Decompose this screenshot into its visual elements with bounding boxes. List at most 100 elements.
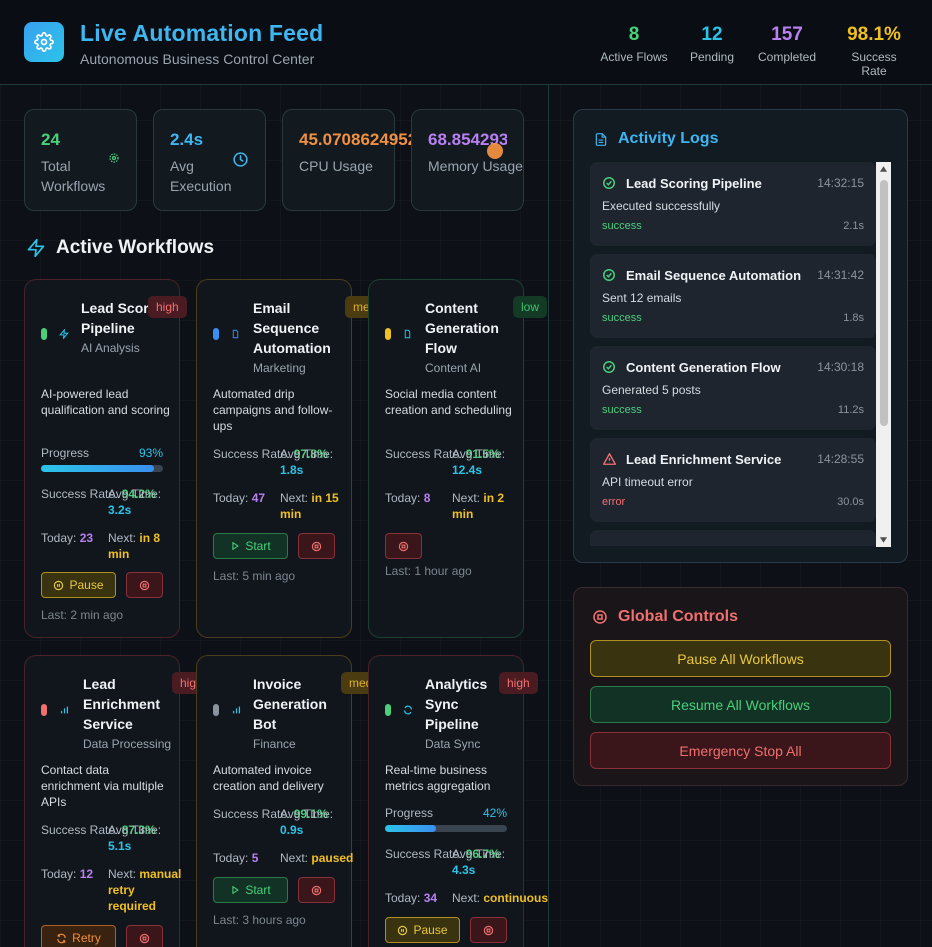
- pause-icon: [398, 925, 408, 935]
- workflow-description: Real-time business metrics aggregation: [385, 763, 491, 793]
- start-button[interactable]: Start: [213, 877, 288, 903]
- metric-value: 45.070862495286654%: [299, 130, 480, 149]
- last-run: Last: 5 min ago: [213, 569, 296, 583]
- gear-icon: [109, 153, 119, 163]
- zap-icon: [27, 238, 45, 258]
- metric-label: Avg Execution: [170, 158, 232, 194]
- scrollbar-thumb[interactable]: [880, 180, 888, 426]
- stat-label: Completed: [757, 50, 817, 64]
- priority-badge: high: [148, 296, 187, 318]
- workflow-name: Email Sequence Automation Marketing: [253, 298, 343, 376]
- workflow-card-analytics-sync[interactable]: Analytics Sync Pipeline Data Sync high R…: [368, 655, 548, 947]
- workflow-name: Content Generation Flow Content AI: [425, 298, 515, 376]
- stop-icon: [311, 541, 322, 551]
- stop-icon: [139, 580, 150, 590]
- stop-button[interactable]: [385, 533, 422, 559]
- stop-button[interactable]: [126, 572, 163, 598]
- avg-time: Avg Time: 3.2s: [108, 487, 162, 517]
- pause-button[interactable]: Pause: [41, 572, 116, 598]
- global-controls-title: Global Controls: [592, 608, 738, 626]
- log-item[interactable]: [590, 530, 876, 546]
- log-duration: 1.8s: [843, 312, 864, 324]
- stat-completed: 157 Completed: [754, 24, 820, 64]
- status-dot: [385, 704, 391, 716]
- start-button[interactable]: Start: [213, 533, 288, 559]
- metric-value: 2.4s: [170, 130, 204, 149]
- status-dot: [213, 328, 219, 340]
- metric-label: CPU Usage: [299, 158, 373, 174]
- stop-circle-icon: [593, 610, 607, 624]
- today-count: Today: 47: [213, 491, 266, 505]
- clock-icon: [233, 152, 248, 167]
- log-status: error: [602, 496, 626, 508]
- status-dot: [41, 704, 47, 716]
- play-icon: [232, 885, 240, 895]
- log-message: Executed successfully: [602, 199, 721, 213]
- workflow-card-lead-enrichment[interactable]: Lead Enrichment Service Data Processing …: [24, 655, 211, 947]
- log-time: 14:30:18: [817, 360, 864, 374]
- emergency-stop-button[interactable]: Emergency Stop All: [590, 732, 891, 769]
- today-count: Today: 23: [41, 531, 94, 545]
- log-title: Lead Enrichment Service: [626, 452, 782, 467]
- log-time: 14:31:42: [817, 268, 864, 282]
- log-message: Generated 5 posts: [602, 383, 701, 397]
- file-icon: [232, 329, 239, 339]
- stop-icon: [483, 925, 494, 935]
- workflow-description: AI-powered lead qualification and scorin…: [41, 387, 170, 417]
- file-icon: [404, 329, 411, 339]
- stop-button[interactable]: [470, 917, 507, 943]
- priority-badge: low: [513, 296, 548, 318]
- section-title-text: Active Workflows: [56, 237, 215, 258]
- next-run: Next: continuous: [452, 891, 549, 905]
- next-run: Next: in 2 min: [452, 491, 505, 521]
- workflow-description: Social media content creation and schedu…: [385, 387, 512, 417]
- retry-button[interactable]: Retry: [41, 925, 116, 947]
- log-scrollbar[interactable]: [876, 162, 891, 547]
- last-run: Last: 1 hour ago: [385, 564, 472, 578]
- stat-value: 12: [701, 24, 723, 45]
- log-item[interactable]: Content Generation Flow 14:30:18 Generat…: [590, 346, 876, 430]
- log-item[interactable]: Lead Scoring Pipeline 14:32:15 Executed …: [590, 162, 876, 246]
- refresh-icon: [404, 705, 412, 715]
- resume-all-button[interactable]: Resume All Workflows: [590, 686, 891, 723]
- stat-value: 157: [771, 24, 803, 45]
- log-item[interactable]: Lead Enrichment Service 14:28:55 API tim…: [590, 438, 876, 522]
- activity-log-list[interactable]: Lead Scoring Pipeline 14:32:15 Executed …: [590, 162, 892, 546]
- progress-label: Progress 42%: [385, 806, 507, 820]
- workflow-card-invoice-generation[interactable]: Invoice Generation Bot Finance medium Au…: [196, 655, 400, 947]
- metric-memory-usage: 68.85429345852% Memory Usage: [411, 109, 524, 211]
- stat-active-flows: 8 Active Flows: [600, 24, 668, 64]
- last-run: Last: 2 min ago: [41, 608, 124, 622]
- workflow-card-email-sequence[interactable]: Email Sequence Automation Marketing medi…: [196, 279, 404, 638]
- workflow-description: Automated invoice creation and delivery: [213, 763, 324, 793]
- metric-avg-execution: 2.4s Avg Execution: [153, 109, 266, 211]
- log-time: 14:28:55: [817, 452, 864, 466]
- bar-chart-icon: [60, 706, 69, 714]
- progress-bar: [41, 465, 163, 472]
- stop-button[interactable]: [298, 877, 335, 903]
- workflow-category: AI Analysis: [81, 341, 140, 355]
- panel-divider: [548, 85, 549, 947]
- log-status: success: [602, 220, 642, 232]
- next-run: Next: in 8 min: [108, 531, 161, 561]
- stat-label: Success Rate: [851, 50, 897, 78]
- pause-icon: [54, 580, 64, 590]
- status-indicator-dot: [487, 143, 503, 159]
- workflow-card-content-generation[interactable]: Content Generation Flow Content AI low S…: [368, 279, 548, 638]
- section-title: Active Workflows: [26, 237, 214, 259]
- stat-pending: 12 Pending: [688, 24, 736, 64]
- scroll-up-icon[interactable]: [879, 165, 888, 173]
- workflow-card-lead-scoring[interactable]: Lead Scoring Pipeline AI Analysis high A…: [24, 279, 187, 638]
- workflow-category: Content AI: [425, 361, 482, 375]
- stop-button[interactable]: [298, 533, 335, 559]
- pause-button[interactable]: Pause: [385, 917, 460, 943]
- log-title: Content Generation Flow: [626, 360, 781, 375]
- check-circle-icon: [603, 269, 615, 281]
- pause-all-button[interactable]: Pause All Workflows: [590, 640, 891, 677]
- stop-button[interactable]: [126, 925, 163, 947]
- log-item[interactable]: Email Sequence Automation 14:31:42 Sent …: [590, 254, 876, 338]
- workflow-category: Data Processing: [83, 737, 172, 751]
- status-dot: [41, 328, 47, 340]
- scroll-down-icon[interactable]: [879, 536, 888, 544]
- document-icon: [595, 132, 607, 146]
